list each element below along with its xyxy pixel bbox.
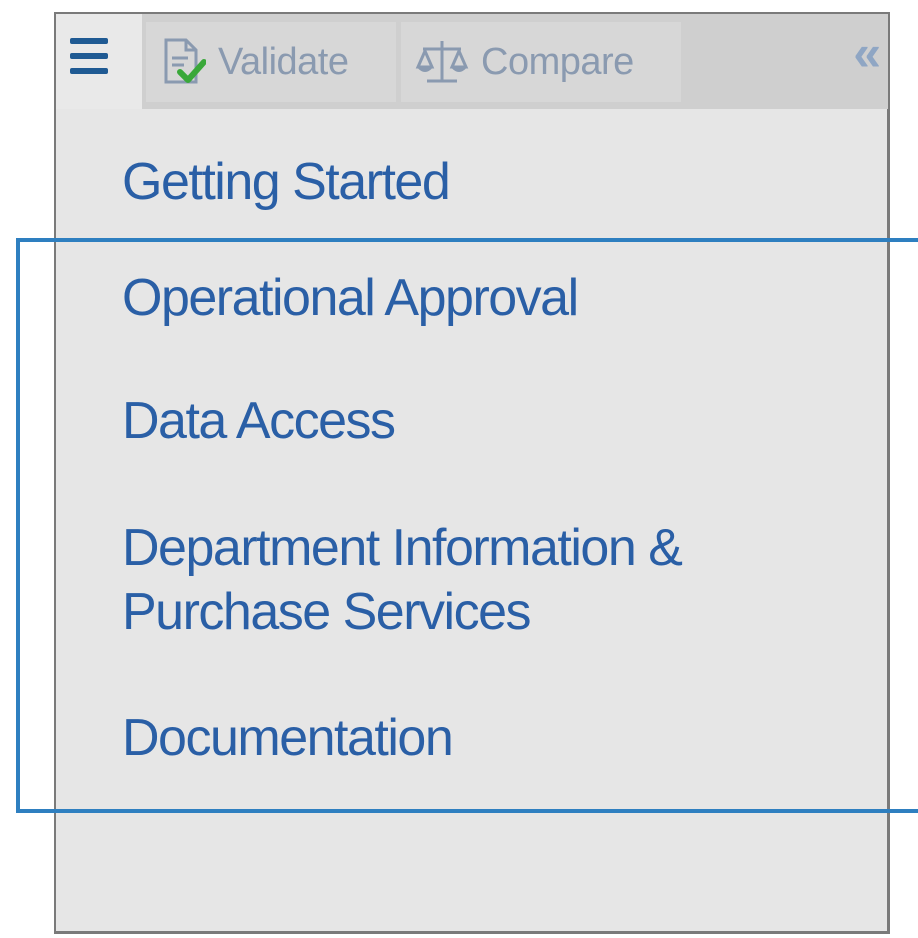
- compare-label: Compare: [481, 40, 634, 83]
- validate-label: Validate: [218, 40, 349, 83]
- toolbar: Validate Compare «: [56, 14, 888, 109]
- nav-link-line-1: Department Information &: [122, 519, 683, 577]
- nav-link-line-2: Purchase Services: [122, 583, 532, 641]
- double-chevron-left-icon[interactable]: «: [853, 28, 881, 78]
- hamburger-menu-icon[interactable]: [70, 36, 110, 80]
- navigation-panel: Validate Compare « Getting Started Opera…: [54, 12, 890, 934]
- nav-link-getting-started[interactable]: Getting Started: [122, 150, 451, 214]
- nav-link-department-information[interactable]: Department Information & Purchase Servic…: [122, 516, 683, 644]
- compare-button[interactable]: Compare: [401, 22, 681, 102]
- scales-icon: [415, 37, 469, 87]
- document-check-icon: [160, 36, 206, 88]
- nav-link-data-access[interactable]: Data Access: [122, 389, 396, 453]
- nav-link-documentation[interactable]: Documentation: [122, 706, 454, 770]
- nav-link-operational-approval[interactable]: Operational Approval: [122, 266, 579, 330]
- validate-button[interactable]: Validate: [146, 22, 396, 102]
